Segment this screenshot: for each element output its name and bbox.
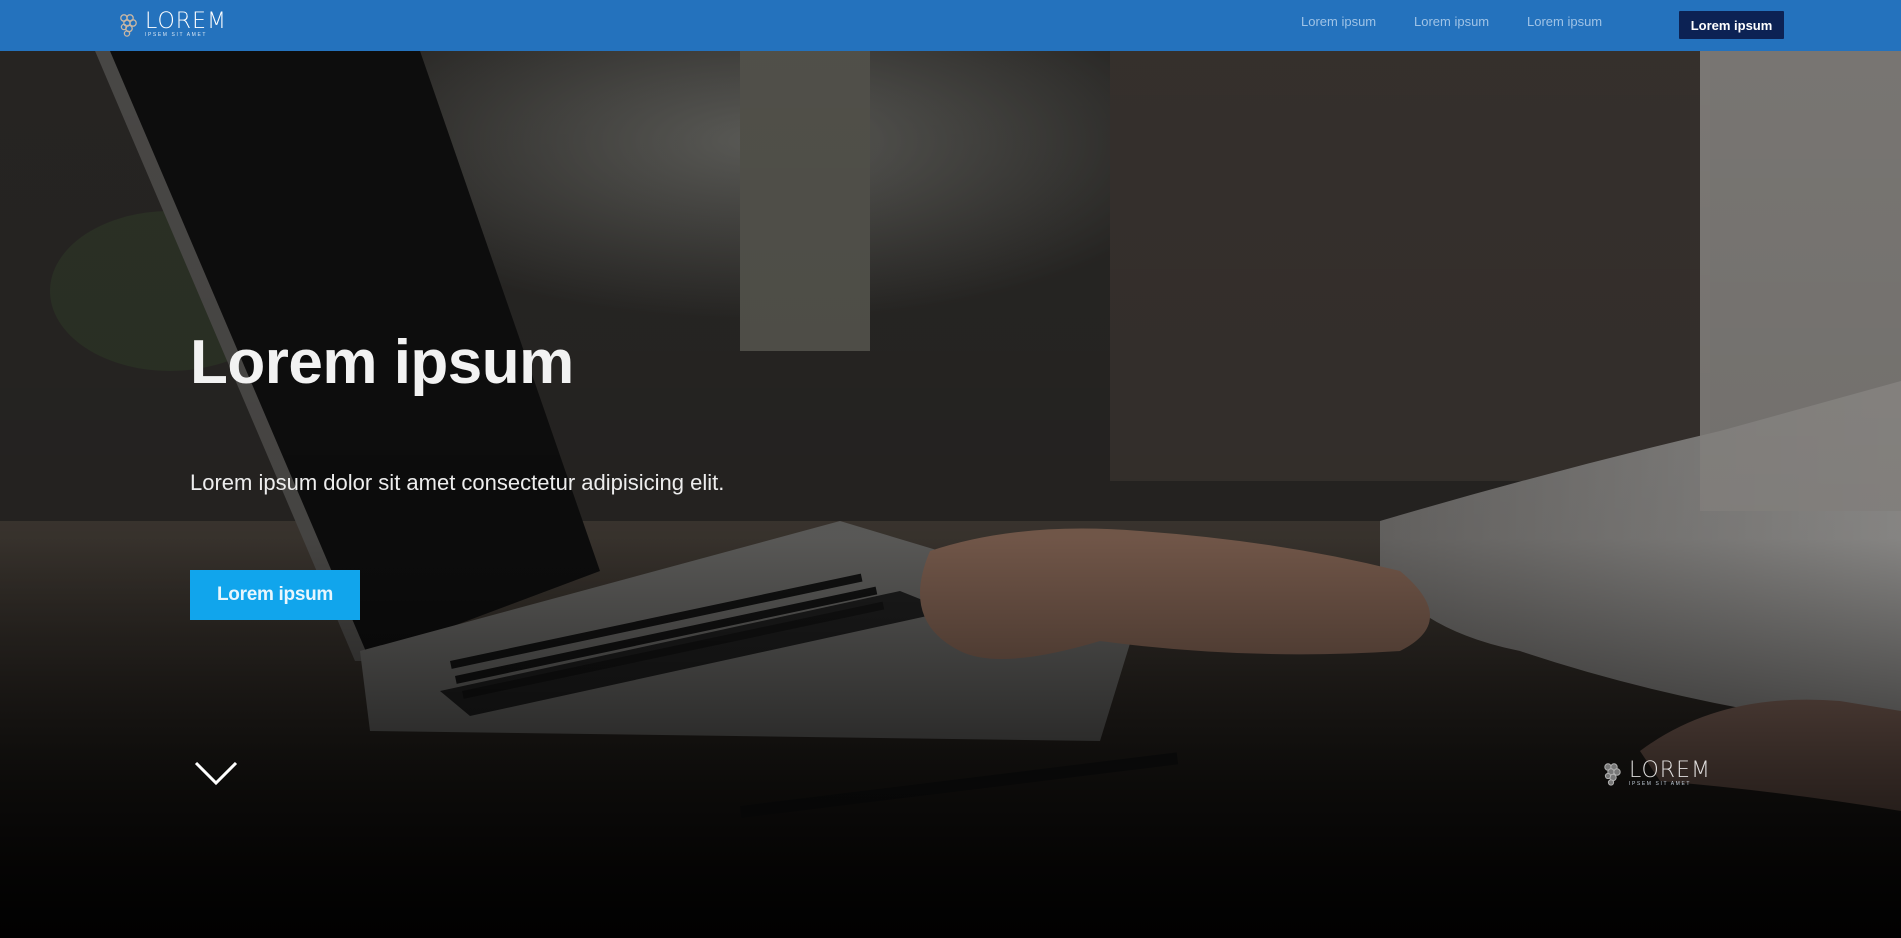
footer-brand-tagline: IPSEM SIT AMET — [1629, 781, 1692, 787]
nav-cta-button[interactable]: Lorem ipsum — [1679, 11, 1784, 39]
brand-name: LOREM — [145, 9, 227, 34]
footer-brand-name: LOREM — [1629, 758, 1711, 783]
brand-logo[interactable]: LOREM IPSEM SIT AMET — [118, 9, 227, 38]
footer-brand-logo[interactable]: LOREM IPSEM SIT AMET — [1602, 758, 1711, 787]
top-navbar: LOREM IPSEM SIT AMET Lorem ipsum Lorem i… — [0, 0, 1901, 51]
grapes-logo-icon — [120, 14, 137, 37]
hero-section: Lorem ipsum Lorem ipsum dolor sit amet c… — [0, 51, 1901, 938]
brand-tagline: IPSEM SIT AMET — [145, 32, 208, 38]
hero-title: Lorem ipsum — [190, 328, 574, 397]
nav-link-3[interactable]: Lorem ipsum — [1527, 14, 1602, 29]
hero-subtitle: Lorem ipsum dolor sit amet consectetur a… — [190, 470, 725, 495]
chevron-down-icon[interactable] — [193, 759, 239, 787]
nav-link-1[interactable]: Lorem ipsum — [1301, 14, 1376, 29]
hero-cta-button[interactable]: Lorem ipsum — [190, 570, 360, 620]
grapes-logo-icon — [1604, 763, 1621, 786]
nav-link-2[interactable]: Lorem ipsum — [1414, 14, 1489, 29]
